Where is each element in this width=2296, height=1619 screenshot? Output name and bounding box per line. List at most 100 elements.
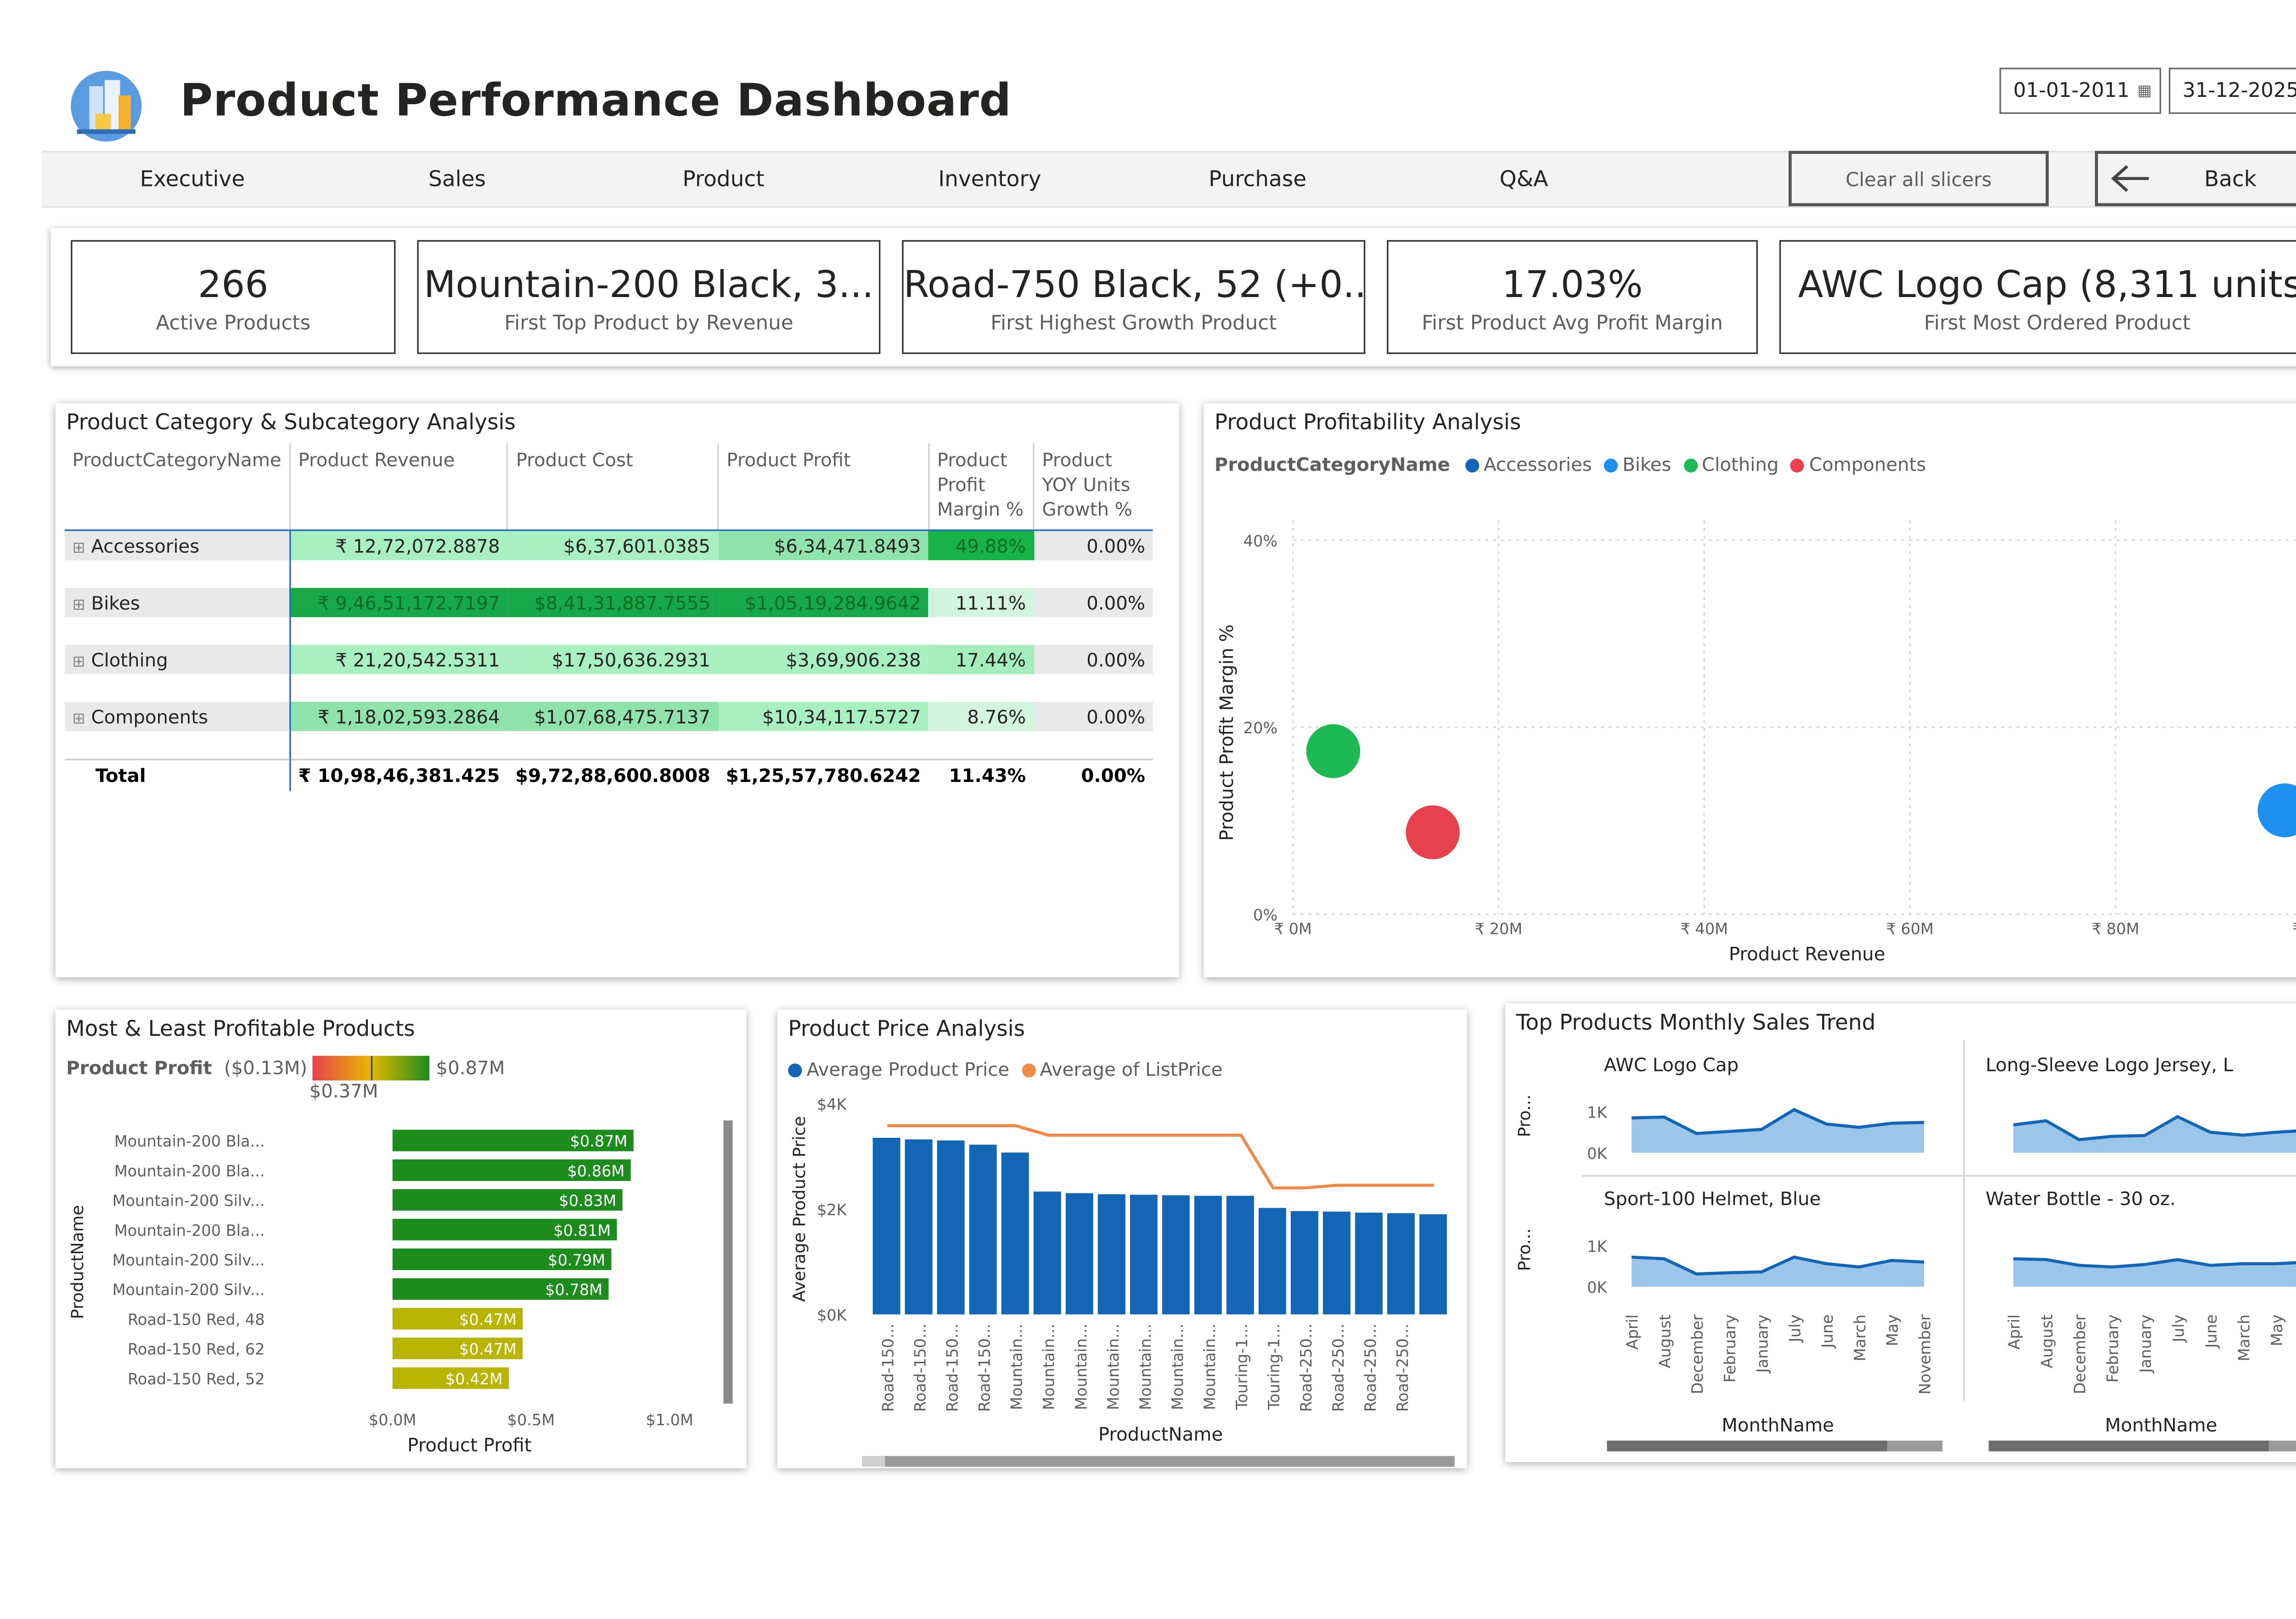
tab-sales[interactable]: Sales <box>365 152 549 206</box>
price-bar[interactable] <box>1065 1193 1093 1315</box>
price-bar[interactable] <box>872 1138 900 1315</box>
scatter-point-bikes[interactable] <box>2256 781 2296 839</box>
margin-cell: 8.76% <box>929 702 1034 731</box>
y-tick-label: $2K <box>817 1201 847 1219</box>
x-tick-label: Mountain... <box>1008 1324 1026 1410</box>
price-bar[interactable] <box>1162 1195 1190 1315</box>
price-bar[interactable] <box>937 1140 965 1315</box>
small-multiples-chart[interactable]: AWC Logo Cap 0K 1K Pro... Long-Sleeve Logo J… <box>1505 1037 2296 1462</box>
legend-item-accessories[interactable]: Accessories <box>1456 454 1592 476</box>
tab-purchase[interactable]: Purchase <box>1165 152 1350 206</box>
kpi-card: Mountain-200 Black, 3... First Top Produ… <box>417 240 881 354</box>
clear-slicers-button[interactable]: Clear all slicers <box>1789 151 2049 207</box>
x-tick-label: November <box>1916 1314 1934 1394</box>
tab-executive[interactable]: Executive <box>100 152 285 206</box>
expand-icon[interactable]: ⊞ <box>73 596 85 613</box>
category-label: Mountain-200 Silv... <box>113 1281 265 1299</box>
expand-icon[interactable]: ⊞ <box>73 540 85 557</box>
expand-icon[interactable]: ⊞ <box>73 653 85 670</box>
price-bar[interactable] <box>1387 1213 1415 1315</box>
price-bar[interactable] <box>1258 1208 1286 1315</box>
price-bar[interactable] <box>1322 1211 1351 1315</box>
y-axis-label: Product Profit Margin % <box>1216 624 1238 841</box>
x-tick-label: August <box>2038 1315 2056 1368</box>
price-bar[interactable] <box>1226 1196 1254 1315</box>
margin-cell: 17.44% <box>929 645 1034 675</box>
price-bar[interactable] <box>1355 1213 1383 1315</box>
date-start-input[interactable]: 01-01-2011 ▦ <box>1999 67 2161 114</box>
x-tick-label: Road-150... <box>976 1324 994 1412</box>
price-bar[interactable] <box>1130 1194 1158 1315</box>
x-tick-label: ₹ 40M <box>1681 920 1728 938</box>
table-row[interactable]: ⊞ Components ₹ 1,18,02,593.2864 $1,07,68… <box>64 702 1153 731</box>
y-axis-label: Pro... <box>1514 1095 1534 1137</box>
price-bar[interactable] <box>1033 1192 1061 1315</box>
legend-item-bikes[interactable]: Bikes <box>1598 454 1671 476</box>
x-tick-label: December <box>2071 1314 2089 1394</box>
panel-title: Water Bottle - 30 oz. <box>1986 1189 2176 1210</box>
expand-icon[interactable]: ⊞ <box>73 710 85 727</box>
scrollbar-thumb[interactable] <box>723 1120 733 1404</box>
table-row[interactable]: ⊞ Accessories ₹ 12,72,072.8878 $6,37,601… <box>64 530 1153 561</box>
y-tick-label: 1K <box>1587 1237 1607 1255</box>
category-cell[interactable]: ⊞ Clothing <box>64 645 290 675</box>
scatter-point-clothing[interactable] <box>1305 722 1362 780</box>
category-name: Accessories <box>91 534 200 557</box>
price-bar[interactable] <box>969 1144 997 1315</box>
x-tick-label: July <box>1786 1315 1804 1343</box>
profit-cell: $3,69,906.238 <box>718 645 929 675</box>
scatter-point-components[interactable] <box>1404 804 1462 861</box>
total-label: Total <box>64 759 290 791</box>
price-legend: Average Product Price Average of ListPri… <box>788 1059 1223 1080</box>
x-tick-label: Mountain... <box>1104 1324 1122 1410</box>
column-header[interactable]: Product Revenue <box>290 443 509 531</box>
scrollbar-thumb[interactable] <box>885 1456 1455 1467</box>
table-row[interactable]: ⊞ Bikes ₹ 9,46,51,172.7197 $8,41,31,887.… <box>64 588 1153 618</box>
scrollbar-thumb[interactable] <box>1988 1440 2269 1451</box>
column-header[interactable]: Product Profit Margin % <box>929 443 1035 531</box>
price-combo-chart[interactable]: $0K $2K $4K Road-150... Road-150... Road-150.… <box>777 1087 1467 1468</box>
tab-qa[interactable]: Q&A <box>1431 152 1616 206</box>
column-header[interactable]: Product Profit <box>718 443 929 531</box>
date-end-input[interactable]: 31-12-2025 ▦ <box>2168 67 2296 114</box>
calendar-icon[interactable]: ▦ <box>2137 69 2152 116</box>
yoy-cell: 0.00% <box>1033 702 1153 731</box>
back-button[interactable]: Back <box>2095 151 2296 207</box>
profit-cell: $10,34,117.5727 <box>718 702 929 731</box>
scrollbar-thumb[interactable] <box>1607 1440 1887 1451</box>
tab-product[interactable]: Product <box>631 152 816 206</box>
category-cell[interactable]: ⊞ Accessories <box>64 530 290 561</box>
x-tick-label: March <box>2235 1315 2253 1361</box>
bar-data-label: $0.81M <box>553 1221 611 1239</box>
category-matrix: ProductCategoryName Product Revenue Prod… <box>64 443 1153 791</box>
profit-cell: $6,34,471.8493 <box>718 530 929 561</box>
scatter-chart[interactable]: 0%20%40%₹ 0M₹ 20M₹ 40M₹ 60M₹ 80M₹ 100MPr… <box>1204 483 2296 978</box>
tab-inventory[interactable]: Inventory <box>897 152 1082 206</box>
yoy-cell: 0.00% <box>1033 645 1153 675</box>
price-bar[interactable] <box>905 1139 933 1315</box>
legend-item-components[interactable]: Components <box>1784 454 1926 476</box>
x-tick-label: Road-150... <box>879 1324 897 1412</box>
category-cell[interactable]: ⊞ Components <box>64 702 290 731</box>
profit-bar-chart[interactable]: Mountain-200 Bla... $0.87M Mountain-200 Bl… <box>56 1118 747 1468</box>
price-bar[interactable] <box>1001 1152 1029 1315</box>
cost-cell: $1,07,68,475.7137 <box>507 702 718 731</box>
column-header[interactable]: ProductCategoryName <box>64 443 291 531</box>
revenue-cell: ₹ 9,46,51,172.7197 <box>289 588 508 618</box>
price-bar[interactable] <box>1097 1194 1125 1315</box>
legend-item-list-price[interactable]: Average of ListPrice <box>1021 1059 1223 1080</box>
legend-item-avg-price[interactable]: Average Product Price <box>788 1059 1009 1080</box>
price-bar[interactable] <box>1290 1211 1318 1315</box>
profit-cell: $1,05,19,284.9642 <box>718 588 929 618</box>
kpi-card: 17.03% First Product Avg Profit Margin <box>1387 240 1758 354</box>
price-bar[interactable] <box>1194 1196 1222 1315</box>
category-cell[interactable]: ⊞ Bikes <box>64 588 290 618</box>
x-tick-label: February <box>1721 1315 1739 1383</box>
column-header[interactable]: Product YOY Units Growth % <box>1033 443 1153 531</box>
table-row[interactable]: ⊞ Clothing ₹ 21,20,542.5311 $17,50,636.2… <box>64 645 1153 675</box>
column-header[interactable]: Product Cost <box>507 443 719 531</box>
x-tick-label: Road-150... <box>912 1324 929 1412</box>
legend-item-clothing[interactable]: Clothing <box>1677 454 1778 476</box>
price-bar[interactable] <box>1419 1214 1447 1315</box>
x-tick-label: Mountain... <box>1072 1324 1090 1410</box>
